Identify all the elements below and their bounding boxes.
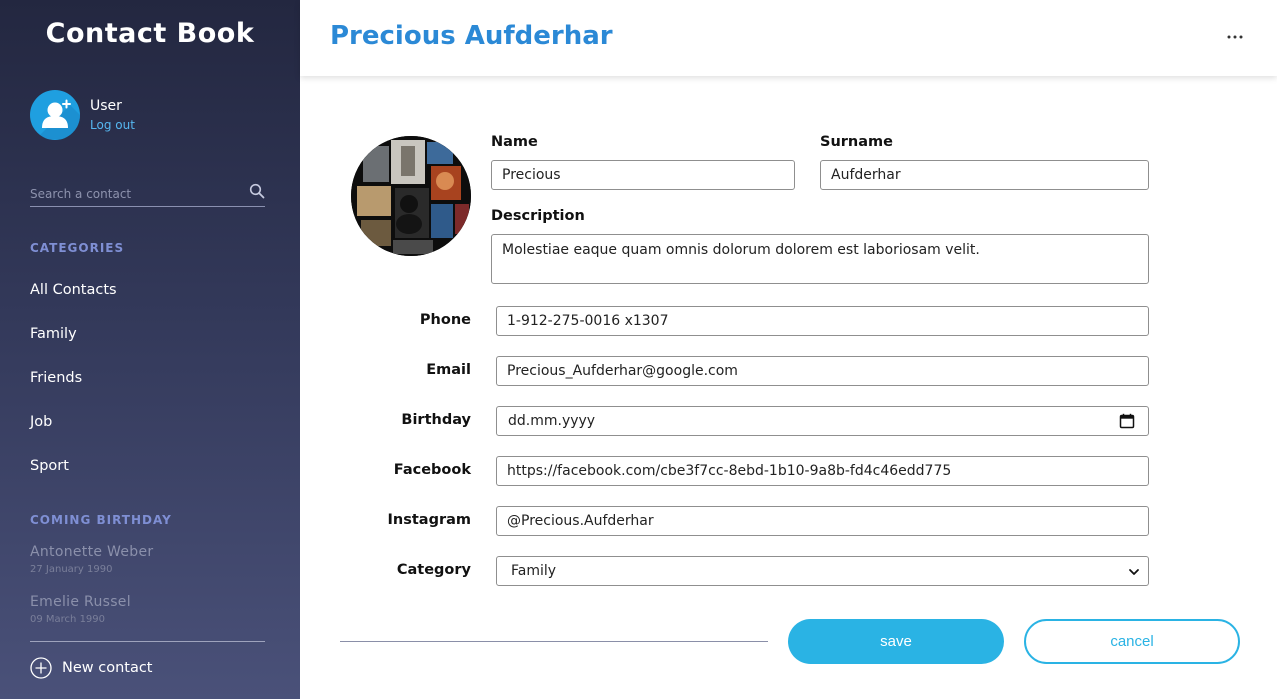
birthday-input[interactable]: dd.mm.yyyy: [496, 406, 1149, 436]
contact-header: Precious Aufderhar: [300, 0, 1277, 76]
birthday-list: Antonette Weber 27 January 1990 Emelie R…: [0, 535, 300, 627]
coming-birthday-heading: COMING BIRTHDAY: [30, 513, 172, 527]
name-label: Name: [491, 134, 538, 150]
instagram-input[interactable]: [496, 506, 1149, 536]
phone-label: Phone: [419, 312, 471, 328]
search-icon[interactable]: [249, 183, 265, 199]
category-friends[interactable]: Friends: [30, 370, 82, 386]
birthday-date: 27 January 1990: [30, 564, 113, 575]
birthday-placeholder: dd.mm.yyyy: [508, 413, 596, 429]
description-input[interactable]: Molestiae eaque quam omnis dolorum dolor…: [491, 234, 1149, 284]
logout-link[interactable]: Log out: [90, 118, 135, 132]
contact-photo-image: [351, 136, 471, 256]
contact-title: Precious Aufderhar: [330, 21, 613, 51]
plus-circle-icon: [30, 657, 52, 679]
birthday-name[interactable]: Antonette Weber: [30, 544, 153, 560]
avatar[interactable]: [30, 90, 80, 140]
form-divider: [340, 641, 768, 642]
categories-heading: CATEGORIES: [30, 241, 125, 255]
email-input[interactable]: [496, 356, 1149, 386]
chevron-down-icon: [1129, 569, 1139, 575]
description-label: Description: [491, 208, 585, 224]
search-input[interactable]: [30, 184, 235, 204]
category-label: Category: [396, 562, 471, 578]
surname-input[interactable]: [820, 160, 1149, 190]
new-contact-label: New contact: [62, 660, 153, 676]
add-user-icon: [36, 99, 80, 140]
category-family[interactable]: Family: [30, 326, 77, 342]
sidebar-divider: [30, 641, 265, 642]
save-button[interactable]: save: [788, 619, 1004, 664]
instagram-label: Instagram: [387, 512, 472, 528]
email-label: Email: [426, 362, 471, 378]
birthday-name[interactable]: Emelie Russel: [30, 594, 131, 610]
category-job[interactable]: Job: [30, 414, 52, 430]
user-name: User: [90, 98, 122, 114]
birthday-date: 09 March 1990: [30, 614, 106, 625]
name-input[interactable]: [491, 160, 795, 190]
sidebar: Contact Book User Log out CATEGORIES All…: [0, 0, 300, 699]
category-select[interactable]: Family: [496, 556, 1149, 586]
facebook-input[interactable]: [496, 456, 1149, 486]
calendar-icon[interactable]: [1119, 413, 1135, 429]
phone-input[interactable]: [496, 306, 1149, 336]
app-title: Contact Book: [45, 18, 255, 49]
category-all-contacts[interactable]: All Contacts: [30, 282, 117, 298]
cancel-button[interactable]: cancel: [1024, 619, 1240, 664]
contact-photo[interactable]: [351, 136, 471, 256]
more-icon[interactable]: [1225, 29, 1245, 45]
surname-label: Surname: [820, 134, 893, 150]
birthday-label: Birthday: [401, 412, 471, 428]
category-selected-value: Family: [511, 563, 557, 579]
facebook-label: Facebook: [393, 462, 471, 478]
search-bar: [30, 180, 265, 207]
category-sport[interactable]: Sport: [30, 458, 69, 474]
